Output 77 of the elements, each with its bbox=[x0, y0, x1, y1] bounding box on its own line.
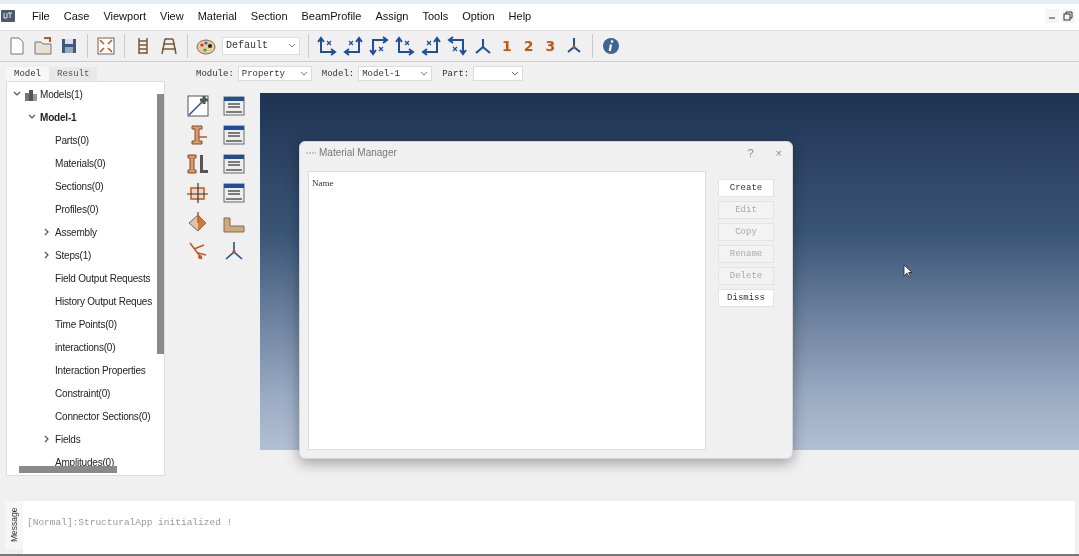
menu-item[interactable]: Help bbox=[501, 9, 539, 22]
panel-tab[interactable]: Result bbox=[49, 66, 98, 81]
menu-item[interactable]: File bbox=[25, 9, 57, 22]
menu-item[interactable]: Case bbox=[56, 9, 97, 22]
caret-icon bbox=[288, 42, 296, 49]
select-field[interactable]: Model-1 bbox=[358, 66, 433, 82]
menu-item[interactable]: View bbox=[153, 9, 191, 22]
axis-icon[interactable] bbox=[395, 35, 415, 56]
list-window-icon[interactable] bbox=[222, 180, 246, 205]
tree-item[interactable]: Field Output Requests bbox=[55, 272, 151, 284]
menu-item[interactable]: Option bbox=[455, 9, 502, 22]
message-tab[interactable]: Message bbox=[5, 501, 23, 550]
material-list[interactable]: Name bbox=[308, 170, 706, 450]
caret-icon bbox=[511, 70, 520, 77]
tree-item[interactable]: Amplitudes(0) bbox=[55, 456, 115, 468]
view-button[interactable]: 1 bbox=[502, 37, 512, 54]
scrollbar-thumb[interactable] bbox=[19, 465, 117, 473]
tree-item[interactable]: Interaction Properties bbox=[55, 364, 146, 376]
tree-item[interactable]: History Output Reques bbox=[55, 295, 152, 307]
list-window-icon[interactable] bbox=[222, 151, 246, 176]
dialog-button[interactable]: Dismiss bbox=[718, 288, 774, 307]
tree-item[interactable]: Constraint(0) bbox=[55, 387, 111, 399]
select-field[interactable] bbox=[473, 66, 524, 82]
tree-item[interactable]: Steps(1) bbox=[55, 249, 92, 261]
list-window-icon[interactable] bbox=[222, 122, 246, 147]
menu-item[interactable]: Material bbox=[190, 9, 244, 22]
beam-profiles-icon[interactable] bbox=[186, 151, 210, 176]
tree-item[interactable]: Assembly bbox=[55, 226, 97, 238]
panel-tab[interactable]: Model bbox=[6, 66, 49, 81]
cursor-icon bbox=[903, 263, 913, 278]
tree-item[interactable]: Fields bbox=[55, 433, 81, 445]
cross-section-icon[interactable] bbox=[186, 180, 210, 205]
tree-item[interactable]: Connector Sections(0) bbox=[55, 410, 151, 422]
caret-icon bbox=[420, 70, 429, 77]
menu-item[interactable]: Tools bbox=[415, 9, 456, 22]
restore-icon[interactable] bbox=[1061, 8, 1075, 23]
tree-item[interactable]: Sections(0) bbox=[55, 180, 104, 192]
select-field[interactable]: Property bbox=[237, 66, 312, 82]
dialog-button[interactable]: Create bbox=[718, 178, 774, 197]
minimize-icon[interactable] bbox=[1045, 8, 1059, 23]
tree-item[interactable]: Model-1 bbox=[40, 111, 77, 123]
tree-item[interactable]: Parts(0) bbox=[55, 134, 89, 146]
axis-icon[interactable] bbox=[343, 35, 363, 56]
list-window-icon[interactable] bbox=[222, 93, 246, 118]
column-header: Name bbox=[311, 176, 335, 190]
view-button[interactable]: 3 bbox=[545, 37, 556, 54]
axis-icon[interactable] bbox=[421, 35, 441, 56]
menu-item[interactable]: Section bbox=[243, 9, 295, 22]
chevron-right-icon[interactable] bbox=[43, 435, 51, 444]
menu-item[interactable]: Viewport bbox=[96, 9, 154, 22]
message-text: [Normal]:StructuralApp initialized ! bbox=[27, 517, 233, 529]
axis-icon[interactable] bbox=[317, 35, 337, 56]
tree-item[interactable]: Time Points(0) bbox=[55, 318, 117, 330]
stress-strain-icon[interactable] bbox=[186, 93, 210, 118]
display-combo[interactable]: Default bbox=[222, 36, 300, 55]
tree-item[interactable]: interactions(0) bbox=[55, 341, 116, 353]
fit-view-icon[interactable] bbox=[96, 35, 116, 56]
menu-item[interactable]: Assign bbox=[368, 9, 416, 22]
view-button[interactable]: 2 bbox=[523, 37, 534, 54]
rails-icon[interactable] bbox=[159, 35, 179, 56]
tree-item[interactable]: Materials(0) bbox=[55, 157, 106, 169]
field-label: Module: bbox=[196, 68, 234, 79]
axis-icon[interactable] bbox=[369, 35, 389, 56]
field-label: Part: bbox=[442, 68, 470, 79]
chevron-right-icon[interactable] bbox=[43, 251, 51, 260]
open-folder-icon[interactable] bbox=[33, 35, 53, 56]
dialog-title: Material Manager bbox=[319, 147, 397, 159]
axis-icon[interactable] bbox=[447, 35, 467, 56]
tree-item[interactable]: Profiles(0) bbox=[55, 203, 99, 215]
tree-item[interactable]: Models(1) bbox=[40, 88, 83, 100]
caret-icon bbox=[299, 70, 308, 77]
buildings-icon bbox=[25, 87, 37, 101]
chevron-right-icon[interactable] bbox=[43, 228, 51, 237]
scrollbar-thumb[interactable] bbox=[157, 93, 164, 354]
menu-item[interactable]: BeamProfile bbox=[294, 9, 369, 22]
info-icon[interactable] bbox=[601, 35, 622, 56]
field-label: Model: bbox=[321, 68, 355, 79]
